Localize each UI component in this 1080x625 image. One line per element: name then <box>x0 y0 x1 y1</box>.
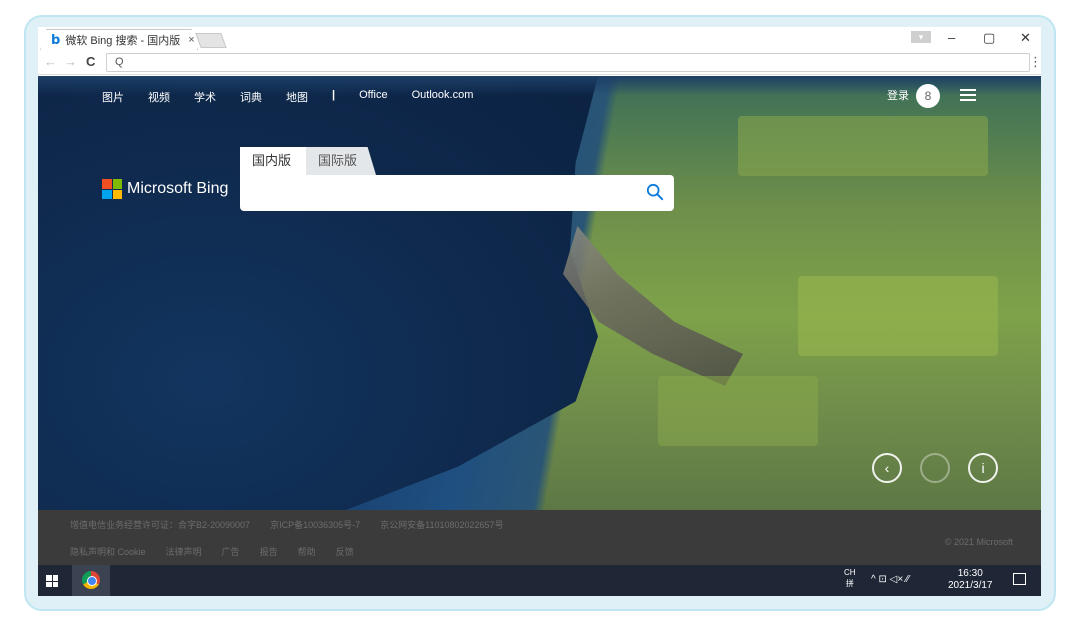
nav-maps[interactable]: 地图 <box>286 89 308 105</box>
nav-outlook[interactable]: Outlook.com <box>412 89 474 105</box>
browser-menu-icon[interactable]: ⋮ <box>1029 54 1041 70</box>
background-sea <box>38 76 598 510</box>
footer-ads[interactable]: 广告 <box>222 545 240 558</box>
footer-police[interactable]: 京公网安备11010802022657号 <box>380 518 503 531</box>
windows-start-icon[interactable] <box>46 575 58 587</box>
system-clock[interactable]: 16:30 2021/3/17 <box>948 568 993 592</box>
forward-button[interactable]: → <box>64 54 77 69</box>
restore-button[interactable]: ▢ <box>983 30 995 46</box>
image-info-button[interactable]: i <box>968 453 998 483</box>
clock-date: 2021/3/17 <box>948 580 993 591</box>
footer-licenses: 增值电信业务经营许可证：合字B2-20090007 京ICP备10036305号… <box>70 518 504 531</box>
logo-text: Microsoft Bing <box>127 180 229 197</box>
menu-icon[interactable] <box>960 89 976 101</box>
background-field <box>658 376 818 446</box>
next-image-button[interactable] <box>920 453 950 483</box>
microsoft-logo-icon <box>102 179 122 199</box>
footer-legal[interactable]: 法律声明 <box>166 545 202 558</box>
footer-links: 隐私声明和 Cookie 法律声明 广告 报告 帮助 反馈 <box>70 545 354 558</box>
minimize-button[interactable]: – <box>948 30 955 45</box>
close-window-button[interactable]: ✕ <box>1020 30 1031 46</box>
tab-domestic[interactable]: 国内版 <box>240 147 306 175</box>
footer-privacy[interactable]: 隐私声明和 Cookie <box>70 545 146 558</box>
nav-videos[interactable]: 视频 <box>148 89 170 105</box>
footer-report[interactable]: 报告 <box>260 545 278 558</box>
background-field <box>738 116 988 176</box>
prev-image-button[interactable]: ‹ <box>872 453 902 483</box>
search-input[interactable] <box>240 175 674 211</box>
back-button[interactable]: ← <box>44 54 57 69</box>
browser-window: b 微软 Bing 搜索 - 国内版 × ▾ – ▢ ✕ ← → C Q ⋮ 图… <box>38 27 1041 596</box>
nav-office[interactable]: Office <box>359 89 388 105</box>
tray-icons[interactable]: ^ ⊡ ◁× ⁄⁄ <box>871 574 909 585</box>
title-bar: b 微软 Bing 搜索 - 国内版 × ▾ – ▢ ✕ <box>38 27 1041 50</box>
top-nav: 图片 视频 学术 词典 地图 | Office Outlook.com <box>102 89 497 105</box>
nav-dictionary[interactable]: 词典 <box>240 89 262 105</box>
search-icon: Q <box>115 56 124 68</box>
taskbar: CH 拼 ^ ⊡ ◁× ⁄⁄ 16:30 2021/3/17 <box>38 565 1041 596</box>
search-icon[interactable] <box>646 183 664 201</box>
bing-logo: Microsoft Bing <box>102 179 228 199</box>
address-bar[interactable]: Q <box>106 53 1030 72</box>
tab-international[interactable]: 国际版 <box>306 147 376 175</box>
new-tab-button[interactable] <box>195 33 227 48</box>
nav-academic[interactable]: 学术 <box>194 89 216 105</box>
browser-tab[interactable]: b 微软 Bing 搜索 - 国内版 × <box>40 29 198 50</box>
ime-language: CH <box>844 568 856 577</box>
footer-icp[interactable]: 京ICP备10036305号-7 <box>270 518 360 531</box>
bing-favicon-icon: b <box>51 32 61 48</box>
nav-images[interactable]: 图片 <box>102 89 124 105</box>
notification-icon[interactable] <box>1013 573 1026 585</box>
background-field <box>798 276 998 356</box>
footer-feedback[interactable]: 反馈 <box>336 545 354 558</box>
background-cliff <box>563 226 743 386</box>
nav-separator: | <box>332 89 336 101</box>
footer-help[interactable]: 帮助 <box>298 545 316 558</box>
chrome-icon <box>82 571 100 589</box>
tab-title: 微软 Bing 搜索 - 国内版 <box>65 35 181 47</box>
address-row: ← → C Q ⋮ <box>38 50 1041 75</box>
clock-time: 16:30 <box>957 568 983 579</box>
bing-homepage: 图片 视频 学术 词典 地图 | Office Outlook.com 登录 8… <box>38 76 1041 510</box>
copyright: © 2021 Microsoft <box>944 537 1013 547</box>
profile-icon[interactable]: ▾ <box>911 31 931 43</box>
avatar[interactable]: 8 <box>916 84 940 108</box>
footer-license[interactable]: 增值电信业务经营许可证：合字B2-20090007 <box>70 518 250 531</box>
chrome-taskbar-button[interactable] <box>72 565 110 596</box>
reload-button[interactable]: C <box>86 54 95 69</box>
page-footer: 增值电信业务经营许可证：合字B2-20090007 京ICP备10036305号… <box>38 510 1041 565</box>
ime-indicator[interactable]: CH 拼 <box>844 567 856 589</box>
login-link[interactable]: 登录 <box>887 87 909 103</box>
ime-mode: 拼 <box>845 579 854 588</box>
tab-close-icon[interactable]: × <box>188 34 194 46</box>
